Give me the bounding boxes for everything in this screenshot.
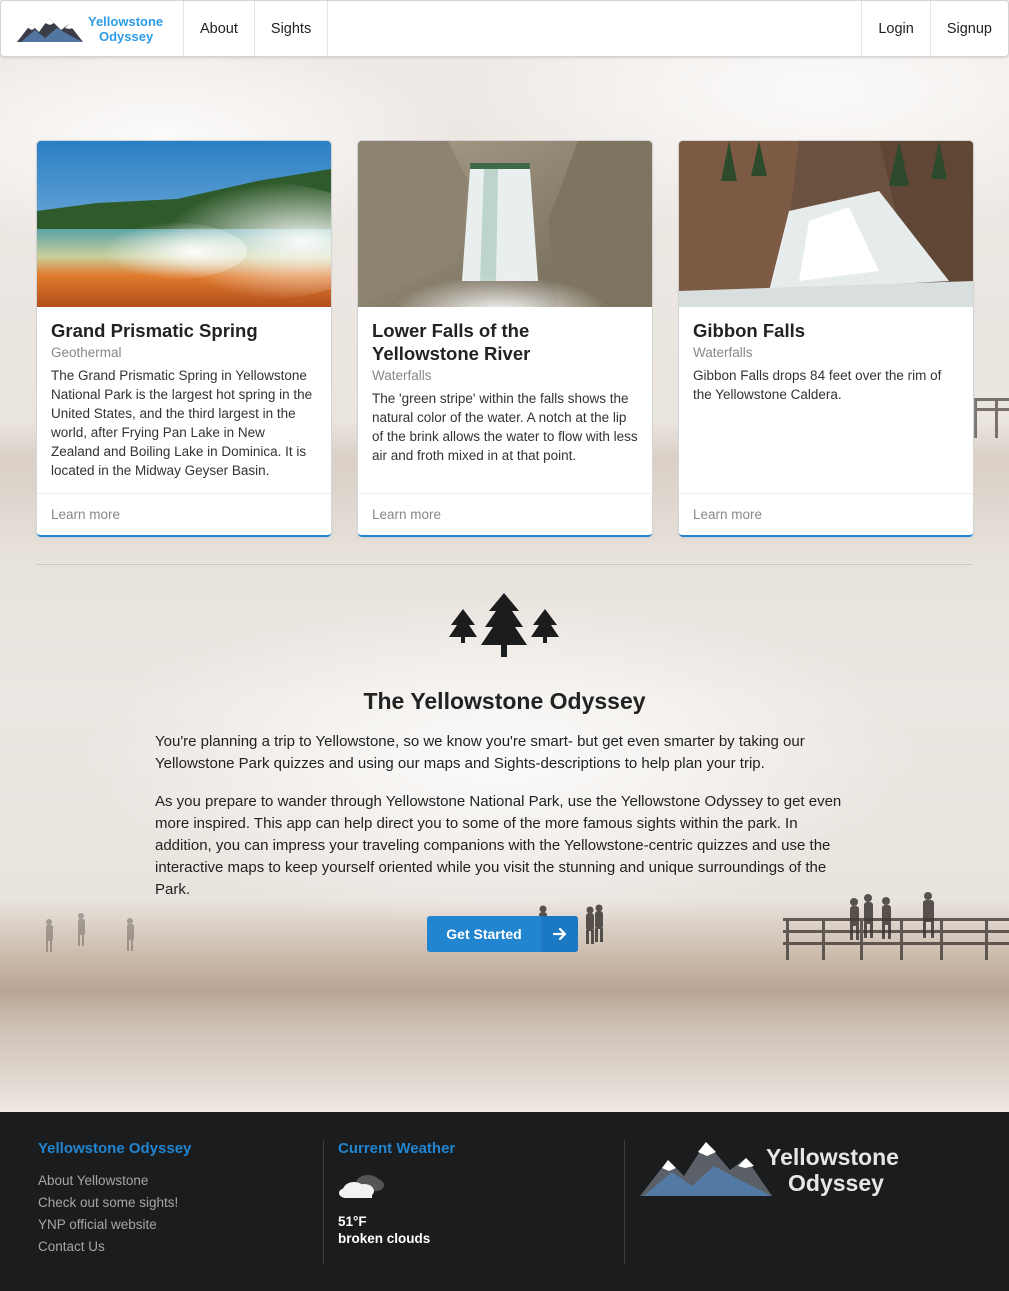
card-category: Waterfalls bbox=[693, 345, 753, 360]
get-started-button[interactable]: Get Started bbox=[427, 916, 578, 952]
footer-separator bbox=[323, 1140, 324, 1264]
learn-more-link[interactable]: Learn more bbox=[679, 493, 973, 535]
footer-link-about[interactable]: About Yellowstone bbox=[38, 1170, 323, 1192]
about-title: The Yellowstone Odyssey bbox=[363, 688, 646, 714]
footer-weather-column: Current Weather 51°F broken clouds bbox=[338, 1140, 623, 1246]
card-category: Waterfalls bbox=[372, 368, 432, 383]
card-description: The Grand Prismatic Spring in Yellowston… bbox=[51, 368, 313, 478]
about-paragraph-2: As you prepare to wander through Yellows… bbox=[155, 793, 842, 898]
card-image-gibbon-falls[interactable] bbox=[679, 141, 973, 307]
learn-more-link[interactable]: Learn more bbox=[37, 493, 331, 535]
top-navbar: Yellowstone Odyssey About Sights Login S… bbox=[0, 0, 1009, 57]
footer-mountain-logo-icon bbox=[640, 1142, 772, 1196]
learn-more-link[interactable]: Learn more bbox=[358, 493, 652, 535]
brand-logo[interactable]: Yellowstone Odyssey bbox=[1, 1, 184, 56]
nav-right-menu: Login Signup bbox=[861, 1, 1008, 56]
sights-cards: Grand Prismatic Spring Geothermal The Gr… bbox=[37, 141, 973, 537]
card-title[interactable]: Grand Prismatic Spring bbox=[51, 319, 317, 342]
card-title[interactable]: Lower Falls of the Yellowstone River bbox=[372, 319, 638, 365]
mountain-logo-icon: Yellowstone Odyssey bbox=[17, 14, 163, 44]
weather-condition: broken clouds bbox=[338, 1231, 431, 1246]
footer-link-sights[interactable]: Check out some sights! bbox=[38, 1192, 323, 1214]
logo-line2: Odyssey bbox=[99, 29, 154, 44]
footer-heading: Yellowstone Odyssey bbox=[38, 1140, 192, 1157]
nav-sights[interactable]: Sights bbox=[255, 1, 329, 56]
weather-temperature: 51°F bbox=[338, 1214, 367, 1229]
weather-heading: Current Weather bbox=[338, 1140, 456, 1157]
get-started-label: Get Started bbox=[446, 926, 522, 942]
sight-card[interactable]: Grand Prismatic Spring Geothermal The Gr… bbox=[37, 141, 331, 537]
section-divider bbox=[37, 564, 972, 565]
card-description: The 'green stripe' within the falls show… bbox=[372, 391, 638, 463]
logo-line1: Yellowstone bbox=[88, 14, 163, 29]
footer-link-contact[interactable]: Contact Us bbox=[38, 1236, 323, 1258]
footer-separator bbox=[624, 1140, 625, 1264]
card-title[interactable]: Gibbon Falls bbox=[693, 319, 959, 342]
footer-logo-line2: Odyssey bbox=[788, 1170, 884, 1196]
card-image-lower-falls[interactable] bbox=[358, 141, 652, 307]
sight-card[interactable]: Gibbon Falls Waterfalls Gibbon Falls dro… bbox=[679, 141, 973, 537]
card-category: Geothermal bbox=[51, 345, 122, 360]
arrow-right-icon bbox=[541, 916, 578, 952]
card-image-grand-prismatic[interactable] bbox=[37, 141, 331, 307]
nav-about[interactable]: About bbox=[184, 1, 255, 56]
footer-logo-line1: Yellowstone bbox=[766, 1144, 899, 1170]
trees-icon bbox=[449, 593, 559, 657]
about-paragraph-1: You're planning a trip to Yellowstone, s… bbox=[155, 733, 805, 772]
nav-login[interactable]: Login bbox=[861, 1, 929, 56]
sight-card[interactable]: Lower Falls of the Yellowstone River Wat… bbox=[358, 141, 652, 537]
footer-links-column: Yellowstone Odyssey About Yellowstone Ch… bbox=[38, 1140, 323, 1258]
nav-signup[interactable]: Signup bbox=[929, 1, 1008, 56]
broken-clouds-icon bbox=[338, 1171, 623, 1206]
footer-link-ynp[interactable]: YNP official website bbox=[38, 1214, 323, 1236]
footer-logo: Yellowstone Odyssey bbox=[640, 1142, 899, 1196]
card-description: Gibbon Falls drops 84 feet over the rim … bbox=[693, 368, 942, 402]
